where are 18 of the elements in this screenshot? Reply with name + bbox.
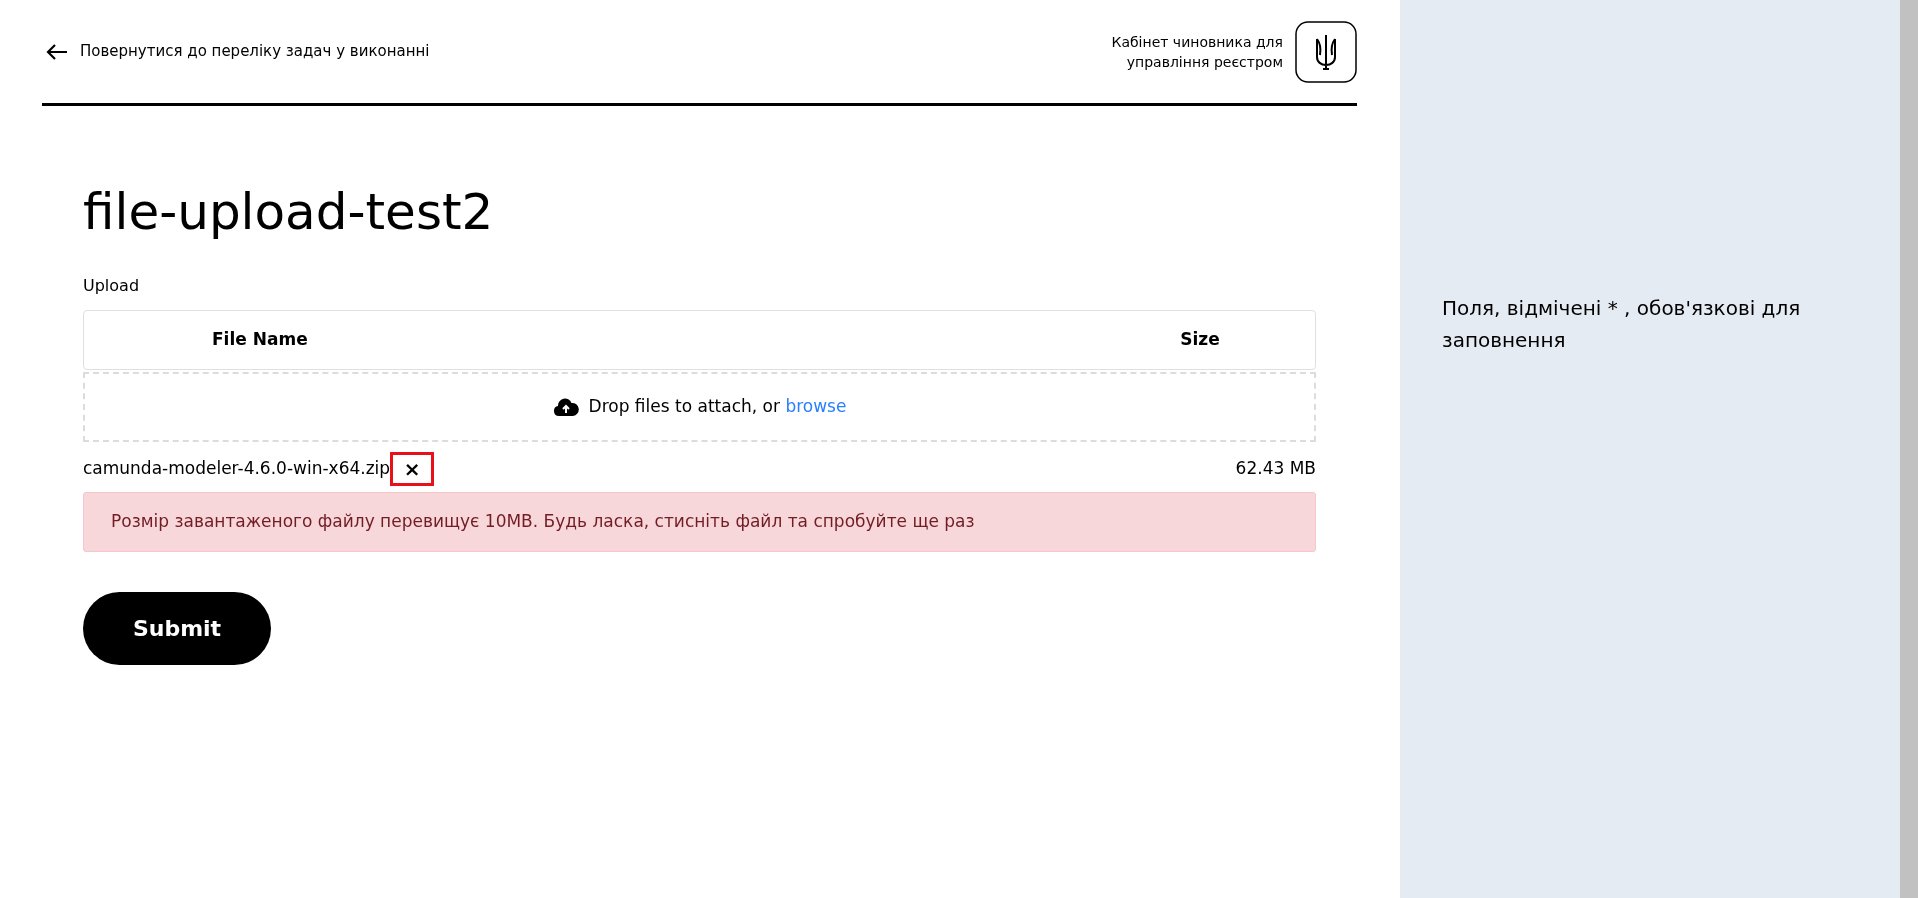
back-arrow-icon (46, 42, 68, 61)
column-header: Size (1179, 328, 1221, 352)
file-dropzone[interactable]: Drop files to attach, or browse (83, 372, 1316, 442)
browse-link[interactable]: browse (785, 396, 847, 417)
cabinet-title: Кабінет чиновника для управління реєстром (1111, 32, 1283, 72)
error-message: Розмір завантаженого файлу перевищує 10MB. Будь ласка, стисніть файл та спробуйте ще раз (83, 492, 1316, 552)
submit-button[interactable]: Submit (83, 592, 271, 665)
trident-emblem-icon (1295, 20, 1357, 83)
file-size: 62.43 MB (1235, 457, 1316, 481)
back-link[interactable]: Повернутися до переліку задач у виконанні (42, 40, 430, 63)
upload-label: Upload (83, 275, 141, 297)
file-name: camunda-modeler-4.6.0-win-x64.zip (83, 457, 391, 481)
page-title: file-upload-test2 (83, 182, 495, 243)
cloud-upload-icon (552, 397, 579, 417)
remove-file-button[interactable]: × (390, 452, 435, 486)
column-header: File Name (211, 328, 309, 352)
dropzone-text: Drop files to attach, or browse (588, 395, 847, 419)
required-fields-note: Поля, відмічені * , обов'язкові для заповнення (1442, 295, 1802, 354)
